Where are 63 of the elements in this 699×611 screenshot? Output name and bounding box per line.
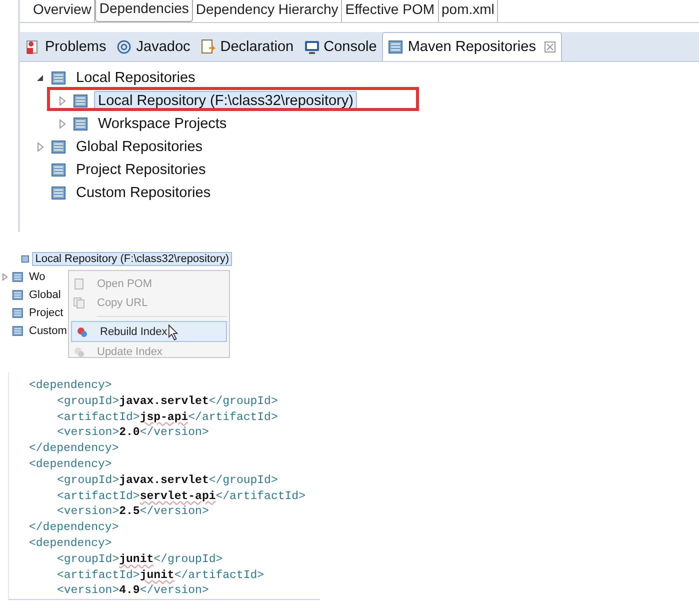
tree-item[interactable]: Global Repositories xyxy=(72,136,207,156)
repository-icon xyxy=(12,307,24,319)
tab-label: Maven Repositories xyxy=(408,39,536,55)
code-line: <dependency> xyxy=(29,536,113,552)
code-line: <groupId>junit</groupId> xyxy=(56,552,224,568)
view-tab[interactable]: Declaration xyxy=(195,32,299,61)
tree-item[interactable]: Global xyxy=(26,288,64,302)
tab-label: Declaration xyxy=(220,38,294,54)
copy-icon xyxy=(73,296,85,308)
code-line: <version>2.5</version> xyxy=(56,504,210,520)
document-icon xyxy=(73,278,85,290)
code-line: <artifactId>junit</artifactId> xyxy=(56,568,266,584)
editor-tab[interactable]: Dependencies xyxy=(95,0,193,22)
code-line: </dependency> xyxy=(29,441,120,457)
code-line: <dependency> xyxy=(29,378,113,394)
collapsed-triangle-icon[interactable] xyxy=(57,118,67,128)
tree-item[interactable]: Local Repositories xyxy=(72,68,200,88)
code-line: <artifactId>servlet-api</artifactId> xyxy=(56,488,306,504)
tab-label: Console xyxy=(324,38,377,54)
repository-icon xyxy=(21,253,30,265)
code-line: <groupId>javax.servlet</groupId> xyxy=(56,394,279,410)
collapsed-triangle-icon[interactable] xyxy=(57,96,67,106)
repository-icon xyxy=(51,162,67,178)
code-line: <artifactId>jsp-api</artifactId> xyxy=(56,410,279,426)
code-line: <version>2.0</version> xyxy=(56,425,210,442)
repository-icon xyxy=(73,116,89,132)
editor-tab[interactable]: pom.xml xyxy=(438,0,498,22)
repository-icon xyxy=(51,138,67,154)
menu-item[interactable]: Rebuild Index xyxy=(71,321,227,342)
collapsed-triangle-icon[interactable] xyxy=(35,142,45,152)
tree-item[interactable]: Custom xyxy=(26,324,70,338)
repository-icon xyxy=(51,184,67,200)
repository-icon xyxy=(51,70,67,86)
tree-item[interactable]: Local Repository (F:\class32\repository) xyxy=(94,90,358,110)
tree-item[interactable]: Project xyxy=(26,306,66,320)
monitor-icon xyxy=(304,38,320,54)
tree-item[interactable]: Wo xyxy=(26,270,48,284)
code-line: </dependency> xyxy=(29,520,120,536)
tree-item[interactable]: Workspace Projects xyxy=(94,114,231,134)
view-tab[interactable]: Problems xyxy=(20,32,112,61)
document-icon xyxy=(200,38,216,54)
repository-icon xyxy=(12,289,24,301)
collapsed-triangle-icon[interactable] xyxy=(1,273,9,281)
tab-label: Javadoc xyxy=(136,38,190,54)
view-tab[interactable]: Maven Repositories xyxy=(382,32,562,61)
code-line: <dependency> xyxy=(29,456,113,473)
mouse-cursor-icon xyxy=(168,324,179,341)
tab-label: Problems xyxy=(45,38,106,54)
view-tab[interactable]: Console xyxy=(298,32,382,61)
tree-item[interactable]: Project Repositories xyxy=(72,160,210,180)
tree-item[interactable]: Local Repository (F:\class32\repository) xyxy=(32,252,232,266)
editor-tab[interactable]: Effective POM xyxy=(342,0,438,22)
expanded-triangle-icon[interactable] xyxy=(35,72,45,82)
repository-icon xyxy=(12,325,24,337)
view-tab[interactable]: Javadoc xyxy=(111,32,196,61)
close-icon[interactable] xyxy=(544,41,556,53)
repository-icon xyxy=(73,92,89,108)
repository-icon xyxy=(12,271,24,283)
code-line: <groupId>javax.servlet</groupId> xyxy=(56,472,279,489)
repository-icon xyxy=(388,39,404,55)
editor-tab[interactable]: Dependency Hierarchy xyxy=(192,0,342,22)
tree-item[interactable]: Custom Repositories xyxy=(72,182,215,202)
code-line: <version>4.9</version> xyxy=(56,583,210,599)
